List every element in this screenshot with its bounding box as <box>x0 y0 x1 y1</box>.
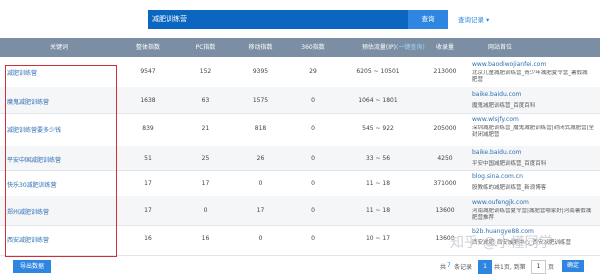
site-title: 河南减肥训练营夏令营|减肥营哪家好|河南暑假减肥营推荐 <box>472 208 592 221</box>
site-link[interactable]: baike.baidu.com <box>472 91 522 98</box>
page-info: 共1页, 到第 <box>494 264 526 271</box>
mobile-index: 26 <box>256 155 265 162</box>
overall-index: 51 <box>144 155 152 162</box>
header-keyword: 关键词 <box>49 44 68 51</box>
index-360: 0 <box>311 97 315 104</box>
site-link[interactable]: www.baodiwojianfei.com <box>472 61 546 68</box>
estimated-flow: 1064 ~ 1801 <box>358 97 398 104</box>
estimated-flow: 545 ~ 922 <box>362 125 394 132</box>
pc-index: 21 <box>201 125 210 132</box>
indexed-count: 13600 <box>435 207 455 214</box>
indexed-count: 213000 <box>433 68 457 75</box>
top-search-bar: 减肥训练营 查询 查询记录 ▾ <box>0 0 600 38</box>
mobile-index: 818 <box>254 125 267 132</box>
confirm-page-button[interactable]: 确定 <box>562 260 584 272</box>
pc-index: 152 <box>199 68 212 75</box>
estimated-flow: 33 ~ 56 <box>365 155 391 162</box>
overall-index: 9547 <box>140 68 156 75</box>
overall-index: 1638 <box>140 97 156 104</box>
pc-index: 16 <box>201 235 210 242</box>
overall-index: 17 <box>144 207 152 214</box>
site-title: 平安中国减肥训练营_百度百科 <box>472 161 547 167</box>
page-1-button[interactable]: 1 <box>478 260 492 274</box>
index-360: 0 <box>311 207 315 214</box>
index-360: 29 <box>309 68 317 75</box>
estimated-flow: 11 ~ 18 <box>365 180 391 187</box>
highlight-box <box>5 65 117 257</box>
site-title: 魔鬼减肥训练营_百度百科 <box>472 103 536 109</box>
header-indexed[interactable]: 收录量 <box>420 38 470 57</box>
search-input[interactable]: 减肥训练营 <box>148 10 409 29</box>
header-pc[interactable]: PC指数 <box>178 38 233 57</box>
page-number-input[interactable]: 1 <box>531 260 546 274</box>
pc-index: 0 <box>203 207 208 214</box>
header-mobile[interactable]: 移动指数 <box>233 38 288 57</box>
overall-index: 16 <box>144 235 152 242</box>
overall-index: 839 <box>142 125 154 132</box>
site-title: 北京儿童减肥训练营_青少年减肥夏令营_暑假减肥营 <box>472 70 588 83</box>
total-prefix: 共 <box>440 264 447 271</box>
indexed-count: 4250 <box>437 155 453 162</box>
pc-index: 17 <box>201 180 210 187</box>
pc-index: 25 <box>201 155 210 162</box>
index-360: 0 <box>311 235 315 242</box>
watermark: 知乎 @小懂同学 <box>450 235 553 251</box>
estimated-flow: 10 ~ 17 <box>365 235 391 242</box>
site-link[interactable]: baike.baidu.com <box>472 149 522 156</box>
site-link[interactable]: blog.sina.com.cn <box>472 173 523 180</box>
index-360: 0 <box>311 155 315 162</box>
chevron-down-icon: ▾ <box>486 16 490 24</box>
estimated-flow: 11 ~ 18 <box>365 207 391 214</box>
header-site: 网站首位 <box>487 44 512 51</box>
indexed-count: 205000 <box>433 125 457 132</box>
total-suffix: 条记录 <box>454 264 473 271</box>
header-360[interactable]: 360指数 <box>288 38 338 57</box>
index-360: 0 <box>311 180 315 187</box>
indexed-count: 371000 <box>433 180 457 187</box>
mobile-index: 0 <box>258 180 263 187</box>
total-count: 7 <box>447 262 451 269</box>
index-360: 0 <box>311 125 315 132</box>
header-overall[interactable]: 整体指数 <box>118 38 178 57</box>
header-flow: 预估流量(IP) <box>361 44 396 51</box>
estimated-flow: 6205 ~ 10501 <box>356 68 400 75</box>
mobile-index: 17 <box>256 207 265 214</box>
page-unit: 页 <box>548 264 555 271</box>
site-link[interactable]: www.oufengjk.com <box>472 199 529 206</box>
mobile-index: 9395 <box>252 68 269 75</box>
site-title: 深圳减肥训练营_魔鬼减肥训练营|封闭式减肥营|全封闭减肥营 <box>472 125 594 138</box>
search-button[interactable]: 查询 <box>408 10 448 29</box>
site-link[interactable]: www.wlsjfy.com <box>472 116 519 123</box>
mobile-index: 1575 <box>252 97 269 104</box>
history-link[interactable]: 查询记录 ▾ <box>458 14 489 24</box>
pc-index: 63 <box>201 97 210 104</box>
table-header: 关键词 整体指数 PC指数 移动指数 360指数 预估流量(IP) (一键查询)… <box>0 38 600 57</box>
overall-index: 17 <box>144 180 152 187</box>
mobile-index: 0 <box>258 235 263 242</box>
site-title: 股教练的减肥训练营_新浪博客 <box>472 185 547 191</box>
export-button[interactable]: 导出数据 <box>13 260 51 273</box>
history-label: 查询记录 <box>458 16 484 24</box>
